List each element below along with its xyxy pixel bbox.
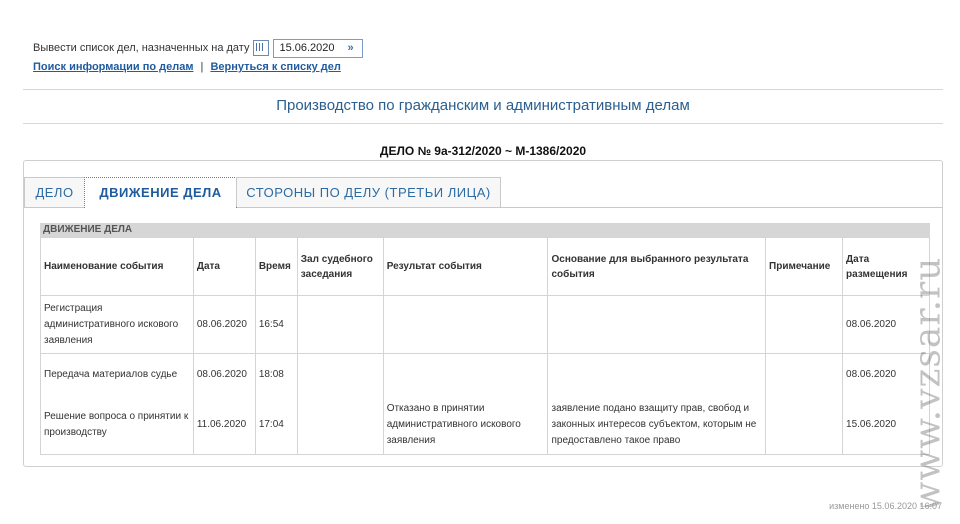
column-header: Зал судебного заседания xyxy=(296,237,384,296)
link-separator: | xyxy=(200,61,204,73)
column-header: Примечание xyxy=(765,237,844,296)
search-cases-link[interactable]: Поиск информации по делам xyxy=(33,61,193,73)
case-number: ДЕЛО № 9а-312/2020 ~ М-1386/2020 xyxy=(379,144,587,158)
table-row: Передача материалов судье 08.06.2020 18:… xyxy=(40,353,930,396)
date-field-container: » xyxy=(273,38,364,58)
date-input[interactable] xyxy=(274,42,348,54)
tab-case[interactable]: ДЕЛО xyxy=(24,177,85,207)
grid-caption: ДВИЖЕНИЕ ДЕЛА xyxy=(40,223,930,237)
section-title: Производство по гражданским и администра… xyxy=(276,97,690,114)
watermark-text: www.vzsar.ru xyxy=(908,256,948,507)
tab-parties[interactable]: СТОРОНЫ ПО ДЕЛУ (ТРЕТЬИ ЛИЦА) xyxy=(236,177,501,207)
table-cell xyxy=(547,295,767,354)
date-filter-label: Вывести список дел, назначенных на дату xyxy=(33,42,250,54)
table-row: Регистрация административного искового з… xyxy=(40,295,930,354)
case-panel: ДЕЛО ДВИЖЕНИЕ ДЕЛА СТОРОНЫ ПО ДЕЛУ (ТРЕТ… xyxy=(23,160,943,467)
table-cell xyxy=(296,295,384,354)
table-cell xyxy=(382,295,549,354)
table-cell: Регистрация административного искового з… xyxy=(40,295,194,354)
column-header: Время xyxy=(254,237,298,296)
events-table: Наименование события Дата Время Зал суде… xyxy=(40,237,930,455)
table-cell: 08.06.2020 xyxy=(192,353,256,396)
column-header: Наименование события xyxy=(40,237,194,296)
column-header: Дата xyxy=(192,237,256,296)
table-cell xyxy=(765,295,844,354)
back-to-list-link[interactable]: Вернуться к списку дел xyxy=(210,61,340,73)
table-cell xyxy=(765,396,844,455)
table-cell xyxy=(296,353,384,396)
table-header-row: Наименование события Дата Время Зал суде… xyxy=(40,237,930,296)
table-cell xyxy=(547,353,767,396)
modified-timestamp: изменено 15.06.2020 16:07 xyxy=(829,501,942,511)
table-cell: Решение вопроса о принятии к производств… xyxy=(40,396,194,455)
table-cell: 11.06.2020 xyxy=(192,396,256,455)
tab-case-movement[interactable]: ДВИЖЕНИЕ ДЕЛА xyxy=(84,177,237,208)
table-cell xyxy=(765,353,844,396)
table-cell xyxy=(296,396,384,455)
calendar-icon[interactable] xyxy=(253,40,270,56)
case-movement-grid: ДВИЖЕНИЕ ДЕЛА Наименование события Дата … xyxy=(40,223,930,455)
table-cell: Передача материалов судье xyxy=(40,353,194,396)
table-cell: 18:08 xyxy=(254,353,298,396)
table-cell: 17:04 xyxy=(254,396,298,455)
table-cell: 08.06.2020 xyxy=(192,295,256,354)
column-header: Результат события xyxy=(382,237,549,296)
double-chevron-right-icon[interactable]: » xyxy=(347,42,353,54)
watermark: www.vzsar.ru xyxy=(908,182,948,507)
table-row: Решение вопроса о принятии к производств… xyxy=(40,396,930,455)
table-cell xyxy=(382,353,549,396)
date-filter-bar: Вывести список дел, назначенных на дату … xyxy=(33,38,364,73)
table-cell: Отказано в принятии административного ис… xyxy=(382,396,549,455)
divider-top xyxy=(23,89,943,90)
tab-bar: ДЕЛО ДВИЖЕНИЕ ДЕЛА СТОРОНЫ ПО ДЕЛУ (ТРЕТ… xyxy=(24,177,942,208)
table-cell: заявление подано взащиту прав, свобод и … xyxy=(547,396,767,455)
column-header: Основание для выбранного результата собы… xyxy=(547,237,767,296)
divider-bottom xyxy=(23,123,943,124)
table-cell: 16:54 xyxy=(254,295,298,354)
